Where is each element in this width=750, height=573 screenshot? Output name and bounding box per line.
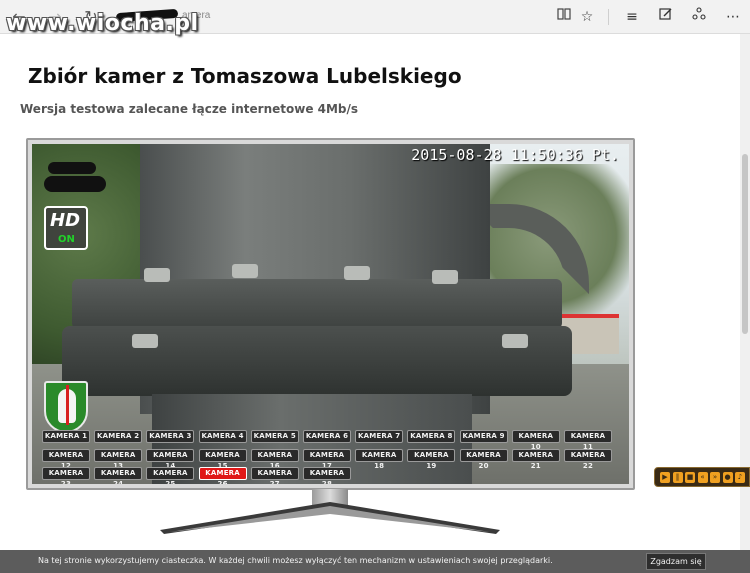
camera-button-10[interactable]: KAMERA 10 (511, 430, 560, 451)
bolt (502, 334, 528, 348)
camera-button-2[interactable]: KAMERA 2 (94, 430, 143, 443)
share-icon[interactable] (688, 6, 710, 28)
hd-label: HD (50, 210, 81, 231)
camera-button-1[interactable]: KAMERA 1 (42, 430, 90, 443)
camera-button-11[interactable]: KAMERA 11 (564, 430, 612, 451)
web-note-icon[interactable] (655, 6, 677, 28)
tv-frame: 2015-08-28 11:50:36 Pt. HD ON KAMERA 1 KA… (26, 138, 635, 490)
camera-button-9[interactable]: KAMERA 9 (459, 430, 508, 443)
camera-button-25[interactable]: KAMERA 25 (146, 467, 195, 484)
camera-button-19[interactable]: KAMERA 19 (407, 448, 456, 470)
camera-button-21[interactable]: KAMERA 21 (511, 448, 560, 470)
camera-button-28[interactable]: KAMERA 28 (303, 467, 351, 484)
camera-button-26[interactable]: KAMERA 26 (198, 467, 247, 484)
cookie-accept-button[interactable]: Zgadzam się (646, 553, 706, 570)
reading-view-icon[interactable] (553, 6, 575, 28)
camera-button-15[interactable]: KAMERA 15 (198, 448, 247, 470)
media-controls: ▶ ‖ ■ «» ● ♪ (654, 467, 750, 487)
forward-icon[interactable]: » (710, 472, 720, 483)
flange-top (72, 279, 562, 329)
timestamp-overlay: 2015-08-28 11:50:36 Pt. (411, 146, 619, 164)
camera-button-5[interactable]: KAMERA 5 (250, 430, 299, 443)
page-title: Zbiór kamer z Tomaszowa Lubelskiego (28, 64, 462, 88)
volume-icon[interactable]: ♪ (735, 472, 745, 483)
camera-button-12[interactable]: KAMERA 12 (42, 448, 90, 470)
scrollbar-thumb[interactable] (742, 154, 748, 334)
camera-button-20[interactable]: KAMERA 20 (459, 448, 508, 470)
hub-icon[interactable]: ≡ (621, 6, 643, 28)
more-icon[interactable]: ⋯ (722, 6, 744, 28)
hd-status: ON (58, 234, 75, 245)
toolbar-divider (608, 9, 609, 25)
camera-button-7[interactable]: KAMERA 7 (355, 430, 404, 443)
camera-button-16[interactable]: KAMERA 16 (250, 448, 299, 470)
cookie-text: Na tej stronie wykorzystujemy ciasteczka… (38, 556, 553, 565)
camera-feed: 2015-08-28 11:50:36 Pt. HD ON KAMERA 1 KA… (32, 144, 629, 484)
camera-button-14[interactable]: KAMERA 14 (146, 448, 195, 470)
play-icon[interactable]: ▶ (660, 472, 670, 483)
redacted-logo (44, 158, 108, 196)
camera-button-24[interactable]: KAMERA 24 (94, 467, 143, 484)
hd-toggle[interactable]: HD ON (44, 206, 88, 250)
camera-button-13[interactable]: KAMERA 13 (94, 448, 143, 470)
bolt (132, 334, 158, 348)
camera-button-4[interactable]: KAMERA 4 (198, 430, 247, 443)
watermark: www.wiocha.pl (6, 11, 199, 36)
bolt (432, 270, 458, 284)
bolt (144, 268, 170, 282)
camera-button-8[interactable]: KAMERA 8 (407, 430, 456, 443)
record-icon[interactable]: ● (722, 472, 733, 483)
camera-button-27[interactable]: KAMERA 27 (250, 467, 299, 484)
camera-button-22[interactable]: KAMERA 22 (564, 448, 612, 470)
tv-stand-base (160, 502, 500, 534)
bolt (232, 264, 258, 278)
camera-button-23[interactable]: KAMERA 23 (42, 467, 90, 484)
camera-button-6[interactable]: KAMERA 6 (303, 430, 351, 443)
pause-icon[interactable]: ‖ (672, 472, 683, 483)
coat-of-arms-icon (44, 381, 88, 433)
stop-icon[interactable]: ■ (685, 472, 695, 483)
cookie-bar: Na tej stronie wykorzystujemy ciasteczka… (0, 550, 750, 573)
camera-button-17[interactable]: KAMERA 17 (303, 448, 351, 470)
rewind-icon[interactable]: « (697, 472, 708, 483)
camera-button-3[interactable]: KAMERA 3 (146, 430, 195, 443)
camera-button-18[interactable]: KAMERA 18 (355, 448, 404, 470)
star-icon[interactable]: ☆ (576, 6, 598, 28)
bolt (344, 266, 370, 280)
page-subtitle: Wersja testowa zalecane łącze internetow… (20, 102, 359, 116)
